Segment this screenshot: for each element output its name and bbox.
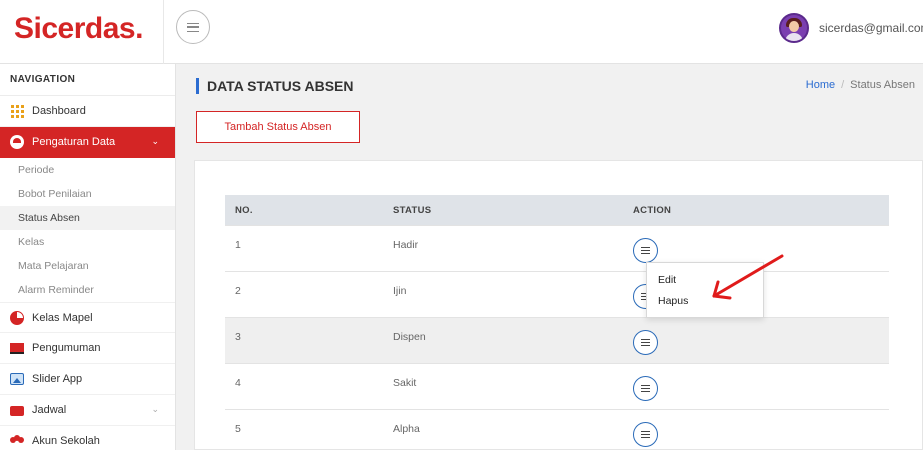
row-number: 5 — [235, 423, 241, 435]
sidebar-item-dashboard[interactable]: Dashboard — [0, 96, 175, 127]
page-title: DATA STATUS ABSEN — [196, 78, 353, 94]
sidebar-item-label: Pengumuman — [32, 342, 101, 354]
column-header-no: NO. — [235, 205, 253, 216]
menu-icon — [641, 247, 650, 254]
row-status: Hadir — [393, 239, 419, 251]
table-row: 4 Sakit — [225, 363, 889, 409]
chevron-down-icon: ⌄ — [151, 404, 159, 414]
brand-divider — [163, 0, 164, 64]
sidebar-item-label: Jadwal — [32, 404, 67, 416]
column-header-status: STATUS — [393, 205, 432, 216]
table-header: NO. STATUS ACTION — [225, 195, 889, 225]
row-number: 4 — [235, 377, 241, 389]
sidebar-item-pengumuman[interactable]: Pengumuman — [0, 333, 175, 364]
sidebar-subitem-alarm-reminder[interactable]: Alarm Reminder — [0, 278, 175, 302]
pie-circle-icon — [10, 135, 24, 149]
column-header-action: ACTION — [633, 205, 672, 216]
sidebar-item-label: Akun Sekolah — [32, 435, 100, 447]
row-status: Dispen — [393, 331, 426, 343]
menu-icon — [641, 339, 650, 346]
avatar[interactable] — [779, 13, 809, 43]
row-status: Sakit — [393, 377, 417, 389]
pie-icon — [10, 310, 24, 325]
image-icon — [10, 372, 24, 386]
edit-menu-item[interactable]: Edit — [658, 274, 676, 286]
user-menu[interactable]: sicerdas@gmail.com ⌄ — [779, 12, 923, 44]
board-icon — [10, 341, 24, 355]
add-status-button[interactable]: Tambah Status Absen — [196, 111, 360, 143]
hamburger-icon — [187, 22, 199, 32]
sidebar-item-label: Pengaturan Data — [32, 136, 116, 148]
table-card: NO. STATUS ACTION 1 Hadir 2 Ijin 3 Dispe… — [194, 160, 923, 450]
sidebar-item-label: Dashboard — [32, 105, 86, 117]
sidebar-item-slider-app[interactable]: Slider App — [0, 364, 175, 395]
sidebar-subitem-periode[interactable]: Periode — [0, 158, 175, 182]
row-status: Alpha — [393, 423, 420, 435]
chevron-down-icon: ⌄ — [151, 136, 159, 146]
row-status: Ijin — [393, 285, 407, 297]
table-row: 5 Alpha — [225, 409, 889, 450]
row-number: 2 — [235, 285, 241, 297]
sidebar-item-label: Slider App — [32, 373, 83, 385]
row-number: 3 — [235, 331, 241, 343]
sidebar-item-jadwal[interactable]: Jadwal ⌄ — [0, 395, 175, 426]
row-action-button[interactable] — [633, 330, 658, 355]
sidebar-subitem-mata-pelajaran[interactable]: Mata Pelajaran — [0, 254, 175, 278]
people-icon — [10, 434, 24, 448]
grid-icon — [10, 104, 24, 118]
breadcrumb-separator: / — [841, 79, 845, 91]
row-action-button[interactable] — [633, 376, 658, 401]
breadcrumb: Home / Status Absen — [806, 79, 915, 91]
breadcrumb-home-link[interactable]: Home — [806, 79, 835, 91]
sidebar-item-pengaturan-data[interactable]: Pengaturan Data ⌄ — [0, 127, 175, 158]
nav-header: NAVIGATION — [0, 64, 175, 96]
sidebar-item-kelas-mapel[interactable]: Kelas Mapel — [0, 302, 175, 333]
top-bar: Sicerdas. sicerdas@gmail.com ⌄ — [0, 0, 923, 64]
menu-toggle-button[interactable] — [176, 10, 210, 44]
sidebar-subitem-bobot-penilaian[interactable]: Bobot Penilaian — [0, 182, 175, 206]
sidebar-subitem-kelas[interactable]: Kelas — [0, 230, 175, 254]
menu-icon — [641, 385, 650, 392]
brand-logo[interactable]: Sicerdas. — [14, 12, 143, 46]
sidebar-item-label: Kelas Mapel — [32, 311, 93, 324]
user-email[interactable]: sicerdas@gmail.com — [819, 21, 923, 35]
sidebar-subitem-status-absen[interactable]: Status Absen — [0, 206, 175, 230]
row-action-button[interactable] — [633, 238, 658, 263]
briefcase-icon — [10, 403, 24, 417]
table-row: 3 Dispen — [225, 317, 889, 363]
delete-menu-item[interactable]: Hapus — [658, 295, 688, 307]
sidebar-item-akun-sekolah[interactable]: Akun Sekolah — [0, 426, 175, 450]
row-action-button[interactable] — [633, 422, 658, 447]
sidebar: NAVIGATION Dashboard Pengaturan Data ⌄ P… — [0, 64, 176, 450]
annotation-arrow-icon — [712, 254, 784, 300]
menu-icon — [641, 431, 650, 438]
main-content: DATA STATUS ABSEN Home / Status Absen Tamb… — [176, 64, 923, 450]
breadcrumb-current: Status Absen — [850, 79, 915, 91]
row-number: 1 — [235, 239, 241, 251]
